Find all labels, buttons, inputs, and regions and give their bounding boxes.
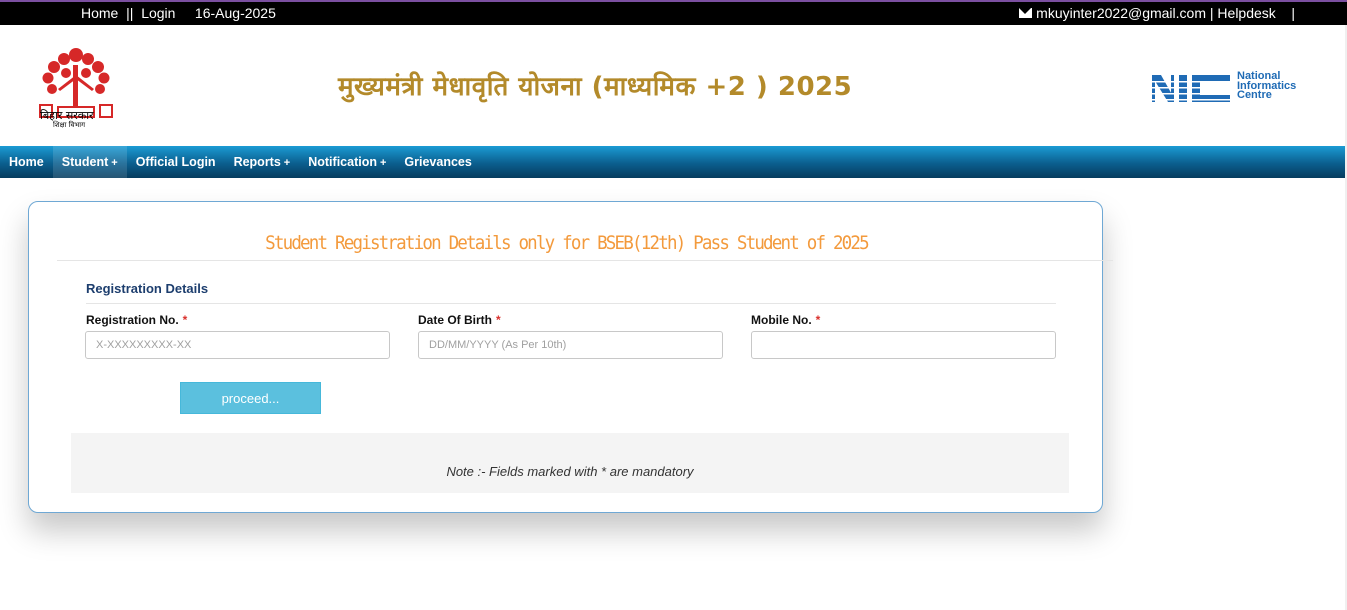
form-heading: Student Registration Details only for BS… (265, 233, 870, 255)
page-title: मुख्यमंत्री मेधावृति योजना (माध्यमिक +2 … (338, 72, 853, 102)
current-date: 16-Aug-2025 (194, 5, 276, 21)
registration-card: Student Registration Details only for BS… (28, 201, 1113, 513)
emblem-subcaption: शिक्षा विभाग (53, 121, 86, 129)
divider (57, 260, 1113, 261)
top-bar-right: mkuyinter2022@gmail.com | Helpdesk | (1019, 5, 1295, 21)
required-mark: * (815, 313, 821, 327)
contact-email-link[interactable]: mkuyinter2022@gmail.com (1036, 5, 1206, 21)
date-of-birth-label: Date Of Birth * (418, 313, 501, 327)
mail-icon (1019, 8, 1033, 18)
top-bar: Home || Login 16-Aug-2025 mkuyinter2022@… (0, 0, 1347, 25)
mobile-no-label: Mobile No. * (751, 313, 821, 327)
proceed-button[interactable]: proceed... (180, 382, 321, 414)
nav-item-grievances[interactable]: Grievances (395, 146, 480, 178)
mobile-no-input[interactable] (751, 331, 1056, 359)
top-separator: | (1206, 5, 1218, 21)
top-separator: | (1275, 5, 1295, 21)
expand-plus-icon: + (379, 157, 387, 169)
top-home-link[interactable]: Home (81, 5, 118, 21)
nav-item-official-login[interactable]: Official Login (127, 146, 225, 178)
mandatory-note: Note :- Fields marked with * are mandato… (446, 464, 694, 479)
helpdesk-link[interactable]: Helpdesk (1217, 5, 1275, 21)
nav-item-reports[interactable]: Reports + (225, 146, 300, 178)
nic-name: National Informatics Centre (1237, 70, 1297, 101)
expand-plus-icon: + (111, 157, 118, 169)
site-header: बिहार सरकार शिक्षा विभाग मुख्यमंत्री मेध… (0, 25, 1347, 146)
date-of-birth-input[interactable] (418, 331, 723, 359)
nav-item-notification[interactable]: Notification + (299, 146, 395, 178)
nav-item-student[interactable]: Student + (52, 146, 127, 178)
expand-plus-icon: + (283, 157, 291, 169)
divider (86, 303, 1056, 304)
required-mark: * (496, 313, 501, 327)
registration-no-label: Registration No. * (86, 313, 188, 327)
registration-no-input[interactable] (85, 331, 390, 359)
top-login-link[interactable]: Login (141, 5, 175, 21)
top-bar-left: Home || Login 16-Aug-2025 (81, 5, 276, 21)
required-mark: * (182, 313, 188, 327)
nav-item-home[interactable]: Home (0, 146, 53, 178)
main-nav: Home Student + Official Login Reports + No… (0, 146, 1347, 178)
note-box: Note :- Fields marked with * are mandato… (71, 433, 1069, 493)
section-title: Registration Details (86, 281, 209, 296)
top-separator: || (118, 5, 142, 21)
